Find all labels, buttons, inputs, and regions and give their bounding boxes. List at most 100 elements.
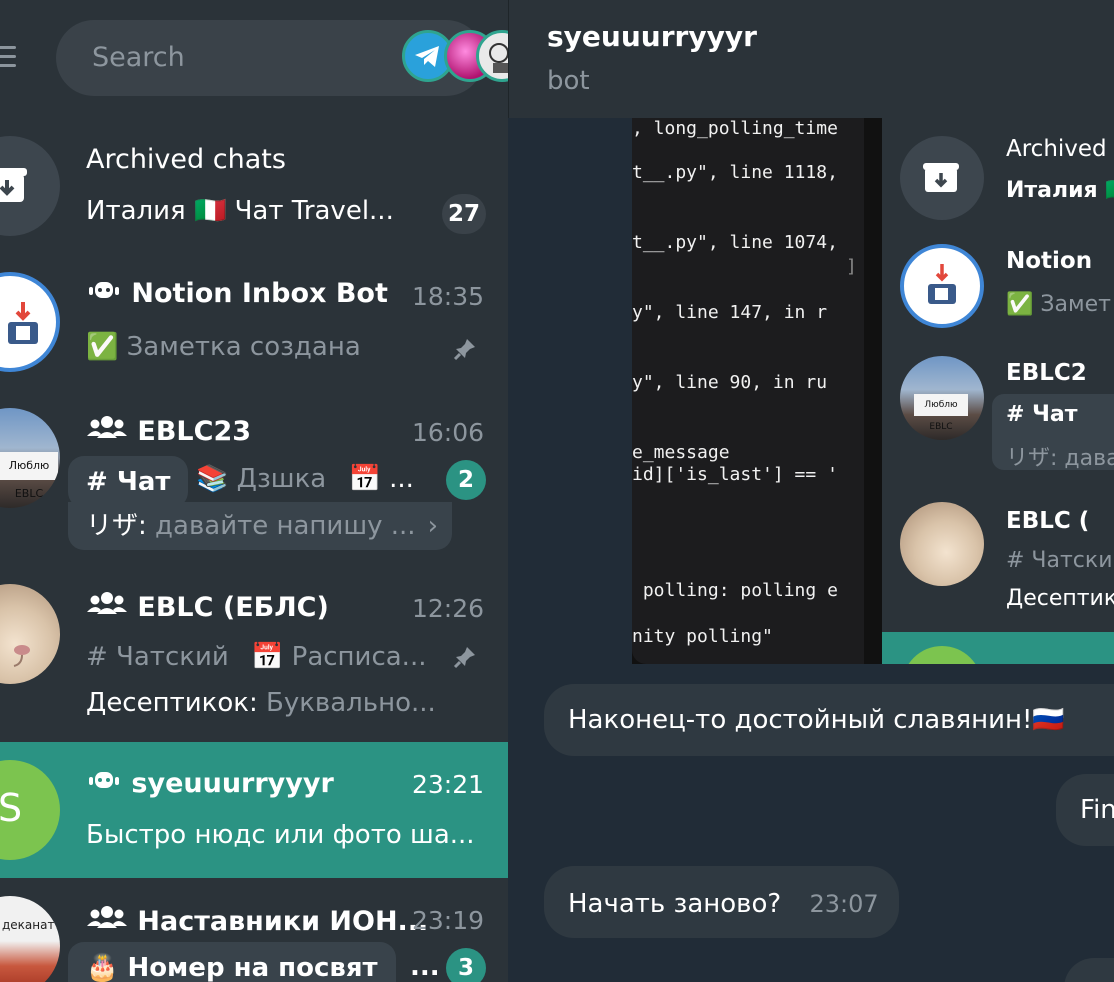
comic-story-avatar[interactable] [476, 30, 508, 82]
terminal-screenshot: , long_polling_time t__.py", line 1118, … [632, 118, 864, 664]
chat-preview: Быстро нюдс или фото ша... [86, 820, 475, 850]
syeuuurryyyr-avatar: S [0, 760, 60, 860]
terminal-line: t__.py", line 1118, [632, 162, 838, 183]
topic-chat: # Чат [86, 467, 171, 497]
chat-row-syeuuurryyyr-selected[interactable]: S syeuuurryyyr 23:21 Быстро нюдс или фот… [0, 742, 508, 878]
search-input[interactable]: Search [92, 42, 185, 73]
topic-list: # Чатский 📅 Расписа... [86, 642, 426, 672]
chat-time: 16:06 [411, 418, 484, 447]
pin-icon [453, 339, 475, 361]
notion-bot-avatar [0, 272, 60, 372]
chat-title: Notion Inbox Bot [131, 278, 388, 309]
mini-notion-preview: ✅ Замет [1006, 292, 1111, 317]
chat-time: 18:35 [411, 282, 484, 311]
conversation-title: syeuuurryyyr [547, 20, 757, 53]
chat-title-row: syeuuurryyyr [86, 768, 334, 799]
mini-archive-avatar [900, 136, 984, 220]
mini-eblc23-title: EBLC2 [1006, 360, 1087, 386]
chat-preview: давайте напишу ... [155, 511, 416, 541]
archive-avatar [0, 136, 60, 236]
chat-row-eblc23[interactable]: Люблю EBLC EBLC23 16:06 # Чат 📚 Дзшка 📅 … [0, 384, 508, 560]
chat-time: 23:19 [411, 906, 484, 935]
terminal-line: nity polling" [632, 626, 773, 647]
topic-preview-pill: リザ: давайте напишу ... › [68, 502, 452, 550]
outgoing-message[interactable] [1064, 958, 1114, 982]
terminal-line: id]['is_last'] == ' [632, 464, 838, 485]
mini-eblc23-avatar: Люблю EBLC [900, 356, 984, 440]
message-time: 23:07 [809, 890, 879, 918]
bot-icon [86, 278, 131, 309]
chat-row-eblc[interactable]: EBLC (ЕБЛС) 12:26 # Чатский 📅 Расписа...… [0, 560, 508, 742]
group-icon [86, 592, 137, 623]
archived-chats-row[interactable]: Archived chats Италия 🇮🇹 Чат Travel... 2… [0, 120, 508, 248]
mini-notion-title: Notion [1006, 248, 1093, 274]
search-bar[interactable]: Search [56, 20, 508, 96]
rabbit-face-icon [13, 645, 30, 667]
chat-list-panel: Search Archived chats Италия 🇮🇹 Чат Trav… [0, 0, 508, 982]
group-icon [86, 906, 137, 937]
conversation-panel: syeuuurryyyr bot , long_polling_time t__… [508, 0, 1114, 982]
stories-avatars[interactable] [346, 30, 508, 86]
image-message[interactable]: , long_polling_time t__.py", line 1118, … [632, 118, 1114, 664]
last-message: Десептикок: Буквально... [86, 688, 436, 718]
topic-more: ... [410, 952, 440, 982]
chat-title: Наставники ИОН... [137, 906, 429, 937]
chat-time: 23:21 [411, 770, 484, 799]
conversation-header[interactable]: syeuuurryyyr bot [508, 0, 1114, 118]
chat-title: EBLC23 [137, 416, 252, 447]
mini-eblc-title: EBLC ( [1006, 508, 1090, 534]
unread-count-badge: 3 [446, 948, 486, 982]
chat-preview: Италия 🇮🇹 Чат Travel... [86, 196, 394, 226]
terminal-line: y", line 147, in r [632, 302, 828, 323]
chat-title: Archived chats [86, 144, 286, 175]
chat-row-notion-inbox-bot[interactable]: Notion Inbox Bot 18:35 ✅ Заметка создана [0, 248, 508, 384]
terminal-line: e_message [632, 442, 730, 463]
topic-title: Номер на посвят [127, 953, 378, 982]
chat-preview: Буквально... [265, 688, 436, 718]
avatar-initial: S [0, 786, 23, 830]
outgoing-message[interactable]: Fin [1056, 774, 1114, 846]
topic-list: 📚 Дзшка 📅 ... [196, 464, 414, 494]
bot-icon [86, 768, 131, 799]
mini-active-avatar [902, 646, 982, 664]
chat-row-mentors[interactable]: деканат? Наставники ИОН... 23:19 🎂 Номер… [0, 878, 508, 982]
conversation-status: bot [547, 66, 590, 96]
message-text: Начать заново? [568, 889, 782, 919]
mini-eblc-topic: # Чатский [1006, 548, 1114, 573]
avatar-sign-text: Люблю EBLC [0, 452, 58, 500]
pin-icon [453, 647, 475, 669]
avatar-sign-text: Люблю EBLC [914, 394, 968, 432]
topic-dzshka: 📚 Дзшка [196, 464, 327, 494]
notion-inbox-icon [8, 302, 38, 344]
unread-count-badge: 2 [446, 460, 486, 500]
mini-eblc23-preview: リザ: дава [1006, 446, 1114, 471]
chat-time: 12:26 [411, 594, 484, 623]
chat-title: EBLC (ЕБЛС) [137, 592, 329, 623]
hamburger-menu-icon[interactable] [0, 40, 16, 70]
incoming-message[interactable]: Начать заново? 23:07 [544, 866, 899, 938]
terminal-line: ] [846, 256, 857, 277]
message-sender: リザ: [86, 511, 147, 541]
avatar-caption: деканат? [2, 918, 60, 932]
archive-box-icon [923, 163, 959, 192]
mini-active-row [882, 632, 1114, 664]
message-sender: Десептикок: [86, 688, 258, 718]
incoming-message[interactable]: Наконец-то достойный славянин!🇷🇺 2 [544, 684, 1114, 756]
unread-count-badge: 27 [441, 194, 486, 234]
comic-face-icon [489, 43, 508, 73]
group-icon [86, 416, 137, 447]
topic-chatsky: # Чатский [86, 642, 229, 672]
terminal-line: , long_polling_time [632, 118, 838, 139]
mentors-avatar: деканат? [0, 896, 60, 982]
chat-preview: ✅ Заметка создана [86, 332, 361, 362]
chat-title-row: EBLC23 [86, 414, 251, 447]
topic-more: 📅 ... [348, 464, 414, 494]
topic-pill: # Чат [68, 456, 189, 508]
topic-schedule: 📅 Расписа... [251, 642, 427, 672]
eblc23-avatar: Люблю EBLC [0, 408, 60, 508]
rabbit-avatar [0, 584, 60, 684]
mini-eblc-preview: Десептико [1006, 586, 1114, 611]
terminal-line: y", line 90, in ru [632, 372, 828, 393]
mini-notion-avatar [900, 244, 984, 328]
chevron-right-icon: › [427, 511, 438, 541]
